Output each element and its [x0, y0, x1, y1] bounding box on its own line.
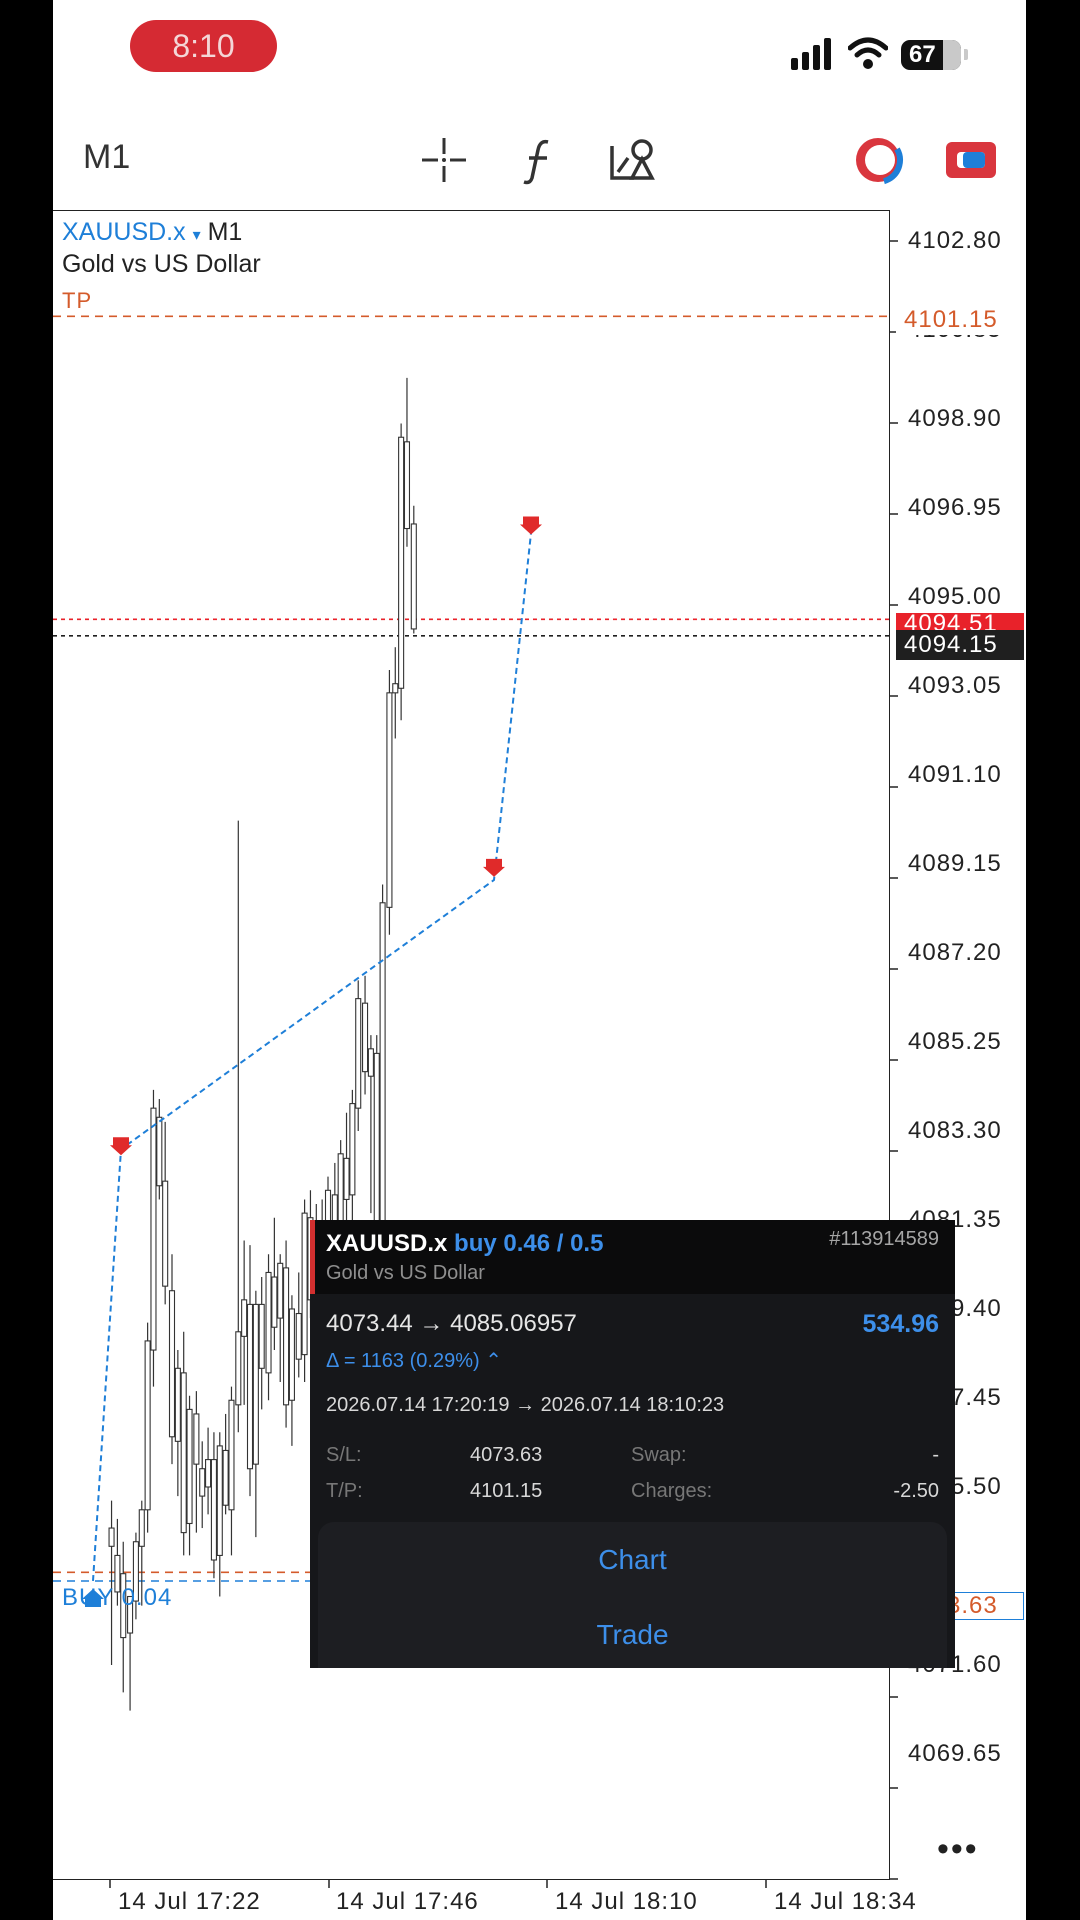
candle-body — [355, 998, 362, 1109]
candle-body — [162, 1180, 169, 1287]
candle-body — [349, 1103, 356, 1196]
swap-value: - — [932, 1444, 939, 1466]
symbol-name: XAUUSD.x — [62, 218, 186, 246]
popup-header: XAUUSD.x buy 0.46 / 0.5 #113914589 Gold … — [310, 1220, 955, 1294]
price-axis-label: 4083.30 — [908, 1116, 1002, 1144]
candle-body — [386, 692, 393, 908]
price-axis-label: 4085.25 — [908, 1027, 1002, 1055]
charges-value: -2.50 — [893, 1480, 939, 1502]
symbol-description: Gold vs US Dollar — [62, 250, 261, 278]
trade-button[interactable]: Trade — [318, 1619, 947, 1651]
symbol-caret: ▾ — [192, 227, 201, 244]
candle-body — [138, 1509, 145, 1547]
sell-arrow-marker — [520, 516, 542, 535]
price-axis-label: 4093.05 — [908, 671, 1002, 699]
sell-arrow-marker — [483, 858, 505, 877]
chart-symbol[interactable]: XAUUSD.x ▾ M1 — [62, 218, 242, 247]
price-axis-label: 4095.00 — [908, 582, 1002, 610]
candle-body — [199, 1468, 206, 1497]
popup-symbol: XAUUSD.x — [326, 1230, 448, 1257]
candle-body — [228, 1399, 235, 1511]
candle-body — [288, 1308, 295, 1401]
bid-price-flag: 4094.15 — [896, 630, 1024, 660]
buy-order-label: BUY 0.04 — [62, 1584, 173, 1611]
position-popup: XAUUSD.x buy 0.46 / 0.5 #113914589 Gold … — [310, 1220, 955, 1668]
popup-prices: 4073.44 → 4085.06957 — [326, 1310, 577, 1337]
tp-line-label: TP — [62, 288, 93, 313]
candle-body — [398, 436, 405, 689]
candle-body — [108, 1527, 115, 1547]
candle-body — [392, 683, 399, 694]
chart-button[interactable]: Chart — [318, 1544, 947, 1576]
time-axis-label: 14 Jul 17:22 — [118, 1888, 261, 1915]
candle-body — [210, 1459, 217, 1561]
candle-body — [271, 1276, 278, 1328]
time-axis-label: 14 Jul 18:34 — [774, 1888, 917, 1915]
chart-timeframe: M1 — [207, 218, 243, 246]
candle-body — [403, 441, 411, 530]
price-axis-label: 4087.20 — [908, 938, 1002, 966]
more-menu-button[interactable]: ••• — [937, 1830, 979, 1869]
candle-body — [193, 1413, 200, 1465]
sell-arrow-marker — [110, 1137, 132, 1156]
candle-body — [258, 1303, 265, 1369]
tp-price-flag: 4101.15 — [896, 305, 1024, 335]
price-axis-label: 4089.15 — [908, 849, 1002, 877]
sl-key: S/L: — [326, 1444, 362, 1466]
candle-body — [186, 1408, 193, 1525]
candle-body — [295, 1312, 302, 1360]
price-axis-label: 4091.10 — [908, 760, 1002, 788]
price-axis-label: 4096.95 — [908, 493, 1002, 521]
candle-body — [367, 1048, 374, 1077]
tp-key: T/P: — [326, 1480, 363, 1502]
candle-body — [301, 1212, 308, 1356]
candle-body — [174, 1367, 181, 1442]
candle-body — [246, 1303, 254, 1470]
candle-body — [222, 1449, 229, 1506]
sl-value: 4073.63 — [470, 1444, 543, 1466]
candle-body — [205, 1459, 212, 1488]
candle-body — [379, 902, 386, 1260]
time-axis-label: 14 Jul 17:46 — [336, 1888, 479, 1915]
candle-body — [150, 1107, 157, 1351]
candle-body — [241, 1299, 248, 1337]
candle-body — [343, 1157, 350, 1200]
tp-value: 4101.15 — [470, 1480, 543, 1502]
popup-ticket: #113914589 — [829, 1228, 939, 1250]
popup-description: Gold vs US Dollar — [326, 1262, 485, 1284]
candle-body — [235, 1331, 242, 1406]
time-axis-label: 14 Jul 18:10 — [555, 1888, 698, 1915]
candle-body — [283, 1267, 290, 1406]
candle-body — [180, 1372, 187, 1534]
popup-actions: Chart Trade — [318, 1522, 947, 1668]
candle-body — [361, 1002, 369, 1073]
popup-direction: buy 0.46 / 0.5 — [454, 1230, 604, 1257]
charges-key: Charges: — [631, 1480, 713, 1502]
candle-body — [265, 1271, 272, 1374]
app-screen: 8:10 67 M1 XAUUSD.x ▾ M1 Gold vs US Doll… — [53, 0, 1026, 1920]
candle-body — [168, 1290, 176, 1438]
popup-dates: 2026.07.14 17:20:19 → 2026.07.14 18:10:2… — [326, 1394, 725, 1416]
candle-body — [156, 1116, 163, 1187]
candle-body — [252, 1303, 259, 1465]
popup-symbol-line: XAUUSD.x buy 0.46 / 0.5 — [326, 1230, 603, 1258]
candle-body — [277, 1262, 284, 1319]
swap-key: Swap: — [631, 1444, 687, 1466]
price-axis-label: 4102.80 — [908, 227, 1002, 254]
popup-delta: Δ = 1163 (0.29%) ⌃ — [326, 1350, 502, 1372]
candle-body — [216, 1445, 223, 1556]
popup-profit: 534.96 — [862, 1310, 939, 1338]
candle-body — [410, 523, 417, 630]
price-axis-label: 4098.90 — [908, 404, 1002, 432]
price-axis-label: 4069.65 — [908, 1739, 1002, 1767]
candle-body — [144, 1340, 151, 1511]
